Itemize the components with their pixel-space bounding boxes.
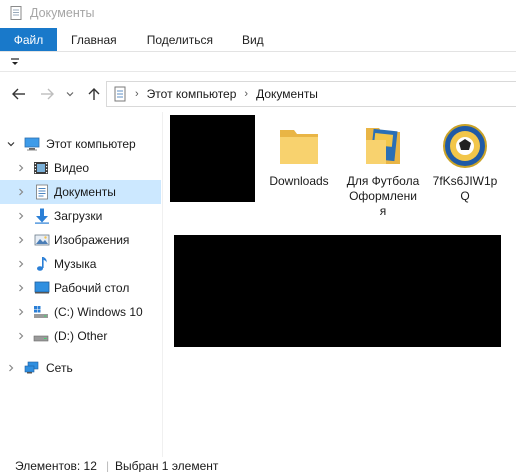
sidebar-item-label: Этот компьютер	[46, 137, 136, 151]
sidebar-item-drive-d[interactable]: (D:) Other	[0, 324, 161, 348]
ribbon-tabs: Файл Главная Поделиться Вид	[0, 28, 516, 52]
tab-file[interactable]: Файл	[0, 28, 57, 51]
tab-view[interactable]: Вид	[227, 28, 278, 51]
drive-c-icon	[34, 306, 48, 318]
up-button[interactable]	[85, 85, 103, 103]
music-icon	[37, 257, 47, 271]
chevron-right-icon[interactable]	[16, 235, 26, 245]
documents-title-icon	[10, 6, 22, 20]
sidebar-item-desktop[interactable]: Рабочий стол	[0, 276, 161, 300]
file-name: Для Футбола Оформления	[346, 174, 420, 218]
sidebar-item-downloads[interactable]: Загрузки	[0, 204, 161, 228]
video-icon	[34, 162, 48, 174]
forward-button[interactable]	[38, 85, 56, 103]
desktop-icon	[34, 281, 50, 294]
sidebar-item-drive-c[interactable]: (C:) Windows 10	[0, 300, 161, 324]
chevron-right-icon[interactable]	[16, 259, 26, 269]
sidebar-item-label: (D:) Other	[54, 329, 108, 343]
folder-icon	[280, 130, 318, 164]
sidebar-item-video[interactable]: Видео	[0, 156, 161, 180]
tab-share[interactable]: Поделиться	[131, 28, 227, 51]
chevron-right-icon[interactable]	[6, 363, 16, 373]
sidebar-item-music[interactable]: Музыка	[0, 252, 161, 276]
sidebar-item-label: Музыка	[54, 257, 97, 271]
chevron-right-icon[interactable]	[16, 283, 26, 293]
back-arrow-icon	[12, 88, 25, 100]
chevron-down-icon[interactable]	[6, 139, 16, 149]
sidebar-item-label: Документы	[54, 185, 116, 199]
file-item-football-folder[interactable]: Для Футбола Оформления	[346, 124, 420, 219]
file-name: Downloads	[269, 174, 329, 188]
file-item-downloads[interactable]: Downloads	[262, 124, 336, 189]
redacted-item[interactable]	[174, 235, 501, 347]
status-separator: |	[106, 459, 110, 472]
sidebar-item-label: Видео	[54, 161, 90, 175]
drive-d-icon	[33, 335, 49, 342]
sidebar-item-label: (C:) Windows 10	[54, 305, 143, 319]
network-icon	[24, 361, 39, 374]
chevron-right-icon[interactable]	[16, 331, 26, 341]
breadcrumb-separator-icon[interactable]: ›	[135, 88, 139, 100]
sidebar-item-label: Сеть	[46, 361, 73, 375]
file-name: 7fKs6JIW1pQ	[432, 174, 498, 203]
breadcrumb-this-pc[interactable]: Этот компьютер	[147, 87, 237, 101]
computer-icon	[24, 137, 40, 151]
chevron-right-icon[interactable]	[16, 211, 26, 221]
pictures-icon	[34, 234, 50, 246]
customize-toolbar-icon[interactable]	[10, 57, 20, 67]
folder-with-content-icon	[366, 128, 400, 164]
quick-access-bar	[0, 53, 516, 72]
recent-locations-button[interactable]	[64, 85, 76, 103]
chevron-right-icon[interactable]	[16, 163, 26, 173]
title-bar: Документы	[0, 0, 516, 26]
window-title: Документы	[30, 6, 95, 20]
sidebar-item-pictures[interactable]: Изображения	[0, 228, 161, 252]
tab-home[interactable]: Главная	[57, 28, 131, 51]
sidebar-item-network[interactable]: Сеть	[0, 356, 161, 380]
selected-count: Выбран 1 элемент	[115, 459, 219, 472]
navigation-row: › Этот компьютер › Документы	[0, 79, 516, 109]
documents-address-icon	[114, 86, 126, 102]
chevron-down-icon	[66, 92, 74, 97]
breadcrumb-separator-icon[interactable]: ›	[244, 88, 248, 100]
documents-icon	[36, 184, 48, 200]
pane-divider[interactable]	[162, 112, 163, 457]
address-bar[interactable]: › Этот компьютер › Документы	[106, 81, 516, 107]
sidebar-item-label: Загрузки	[54, 209, 103, 223]
back-button[interactable]	[10, 85, 28, 103]
file-item-image[interactable]: 7fKs6JIW1pQ	[428, 124, 502, 204]
breadcrumb-documents[interactable]: Документы	[256, 87, 318, 101]
sidebar-item-label: Изображения	[54, 233, 130, 247]
up-arrow-icon	[88, 88, 100, 100]
redacted-item[interactable]	[170, 115, 255, 202]
sidebar-item-label: Рабочий стол	[54, 281, 130, 295]
chevron-right-icon[interactable]	[16, 307, 26, 317]
image-thumbnail-icon	[443, 124, 487, 168]
navigation-pane: Этот компьютер Видео Документы Загрузки …	[0, 128, 161, 458]
sidebar-item-documents[interactable]: Документы	[0, 180, 161, 204]
downloads-icon	[35, 208, 49, 224]
sidebar-item-this-pc[interactable]: Этот компьютер	[0, 132, 161, 156]
forward-arrow-icon	[41, 88, 54, 100]
status-bar: Элементов: 12 | Выбран 1 элемент	[0, 456, 516, 472]
items-count: Элементов: 12	[15, 459, 97, 472]
chevron-right-icon[interactable]	[16, 187, 26, 197]
